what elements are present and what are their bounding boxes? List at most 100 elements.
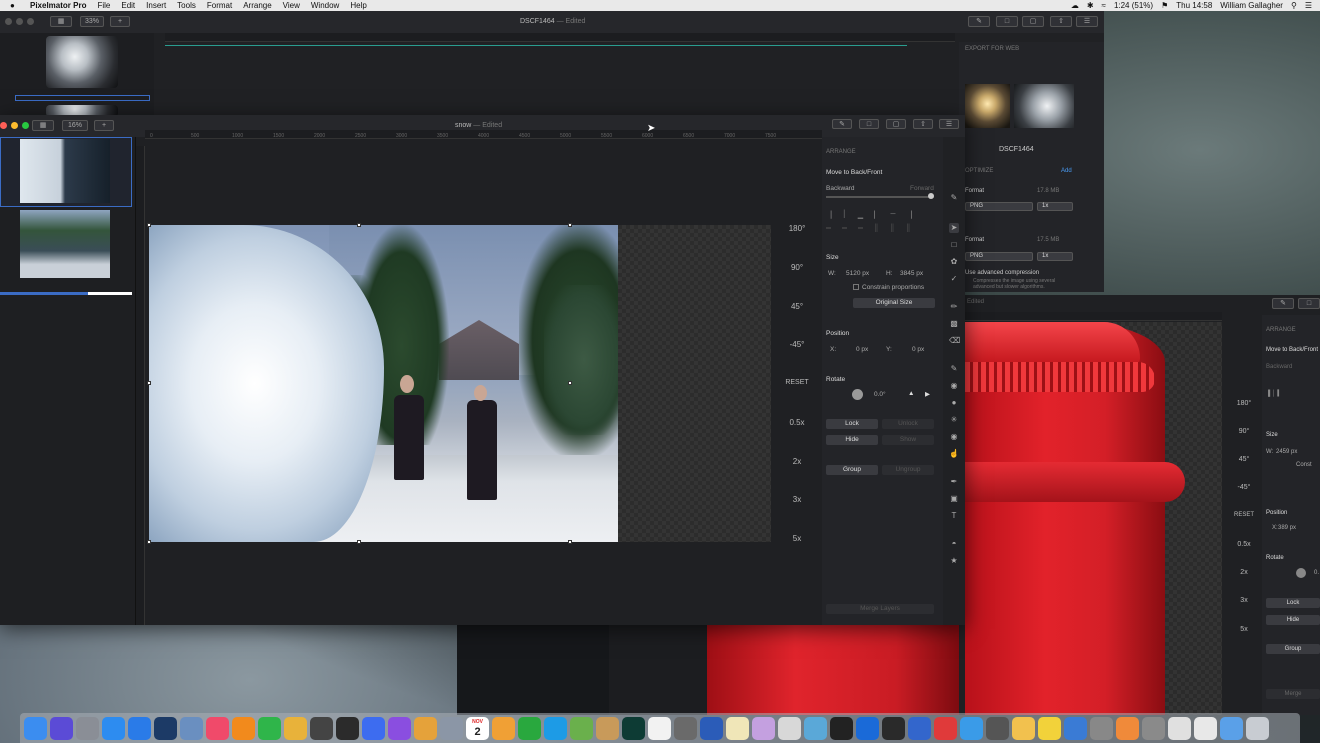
notepad-icon[interactable] [726,716,749,740]
menu-help[interactable]: Help [350,1,366,10]
numbers-icon[interactable] [518,716,541,740]
scale-preset-5x[interactable]: 5x [1229,626,1259,633]
add-button[interactable]: + [110,16,130,27]
lasso-icon[interactable]: ✿ [949,257,959,267]
rotate-preset-minus45[interactable]: -45° [1229,484,1259,491]
finder-icon[interactable] [24,716,47,740]
brush-tool-button[interactable]: ✎ [832,119,852,129]
crop-tool-icon[interactable]: ◓ [949,539,959,549]
notification-center-icon[interactable]: ☰ [1305,1,1312,10]
k-icon[interactable] [934,716,957,740]
scale-preset-0-5x[interactable]: 0.5x [1229,541,1259,548]
ungroup-button[interactable]: Ungroup [882,465,934,475]
align-buttons[interactable]: ▕ │ ▁ ▏ ─ ▕ [826,211,912,219]
scrivener-s-icon[interactable] [674,716,697,740]
books-icon[interactable] [232,716,255,740]
close-button[interactable] [5,18,12,25]
skype-icon[interactable] [544,716,567,740]
distribute-buttons[interactable]: ═ ═ ═ ║ ║ ║ [826,225,911,232]
rotate-preset-45[interactable]: 45° [1229,456,1259,463]
apple-menu-icon[interactable]: ● [10,1,22,10]
zoom-popup[interactable]: 33% [80,16,104,27]
menu-arrange[interactable]: Arrange [243,1,271,10]
rotate-preset-45[interactable]: 45° [780,302,814,311]
close-button[interactable] [0,122,7,129]
select-rect-icon[interactable]: □ [949,240,959,250]
rotate-preset-90[interactable]: 90° [780,263,814,272]
resize-handle[interactable] [568,381,572,385]
repair-icon[interactable]: ✎ [949,364,959,374]
scale-preset-3x[interactable]: 3x [780,495,814,504]
rotate-preset-minus45[interactable]: -45° [780,340,814,349]
crop-button[interactable]: □ [1298,298,1320,309]
plex-icon[interactable] [830,716,853,740]
rotate-reset[interactable]: RESET [780,379,814,386]
flag-icon[interactable]: ⚑ [1161,1,1168,10]
quicktime-icon[interactable] [154,716,177,740]
export-button[interactable]: ▢ [886,119,906,129]
creative-cloud-icon[interactable]: ☁ [1071,1,1079,10]
launchpad-icon[interactable] [76,716,99,740]
menu-format[interactable]: Format [207,1,232,10]
snow-photo-layer[interactable] [149,225,618,542]
scale-preset-5x[interactable]: 5x [780,534,814,543]
minimize-button[interactable] [16,18,23,25]
y-field[interactable]: 0 px [912,346,924,353]
scale-preset-3x[interactable]: 3x [1229,597,1259,604]
sketch-icon[interactable] [1064,716,1087,740]
rotate-preset-180[interactable]: 180° [1229,400,1259,407]
resize-handle[interactable] [147,540,151,544]
clock[interactable]: Thu 14:58 [1176,1,1212,10]
preview-icon[interactable] [180,716,203,740]
wifi-icon[interactable]: ≈ [1102,1,1106,10]
maps-icon[interactable] [570,716,593,740]
resize-handle[interactable] [357,223,361,227]
sponge-icon[interactable]: ◉ [949,432,959,442]
scale-select[interactable]: 1x [1037,202,1073,211]
layers-toggle-button[interactable]: ☰ [1076,16,1098,27]
photos-icon[interactable] [1116,716,1139,740]
calendar-icon[interactable]: NOV 2 [466,716,489,740]
zoom-popup[interactable]: 16% [62,120,88,131]
gear-icon[interactable] [986,716,1009,740]
share-button[interactable]: ⇧ [1050,16,1072,27]
battery-status[interactable]: 1:24 (51%) [1114,1,1153,10]
resize-handle[interactable] [568,223,572,227]
resize-handle[interactable] [357,540,361,544]
word-icon[interactable] [700,716,723,740]
layer-thumbnail-street[interactable] [20,210,110,278]
merge-layers-button[interactable]: Merge [1266,689,1320,699]
folder-icon[interactable] [1220,716,1243,740]
siri-icon[interactable] [50,716,73,740]
hide-button[interactable]: Hide [826,435,878,445]
app-menu[interactable]: Pixelmator Pro [30,1,86,10]
lock-button[interactable]: Lock [1266,598,1320,608]
width-field[interactable]: 2459 px [1276,449,1297,455]
sidebar-toggle-button[interactable]: ▦ [32,120,54,131]
brush-tool-button[interactable]: ✎ [968,16,990,27]
layer-thumbnail[interactable] [46,105,118,115]
1password-icon[interactable] [856,716,879,740]
butterfly-icon[interactable] [284,716,307,740]
export-button[interactable]: ▢ [1022,16,1044,27]
color-picker-icon[interactable]: ✓ [949,274,959,284]
crop-button[interactable]: □ [996,16,1018,27]
move-to-menu[interactable]: Move to Back/Front [1266,347,1318,353]
sticky-icon[interactable] [1038,716,1061,740]
eraser-icon[interactable]: ⌫ [949,336,960,346]
shape-icon[interactable]: ▣ [949,494,959,504]
style-tool-icon[interactable]: ✎ [949,193,959,203]
bird-icon[interactable] [804,716,827,740]
height-field[interactable]: 3845 px [900,270,923,277]
paint-icon[interactable]: ✏ [949,302,959,312]
rotate-preset-90[interactable]: 90° [1229,428,1259,435]
export-preview-thumb[interactable] [965,84,1010,128]
bottle-icon[interactable] [596,716,619,740]
user-name[interactable]: William Gallagher [1220,1,1283,10]
pixelmator-icon[interactable] [648,716,671,740]
constrain-checkbox-box[interactable] [853,284,859,290]
arrange-tool-icon[interactable]: ➤ [949,223,959,233]
format-select[interactable]: PNG [965,202,1033,211]
star-icon[interactable] [752,716,775,740]
effects-icon[interactable]: ★ [949,556,959,566]
